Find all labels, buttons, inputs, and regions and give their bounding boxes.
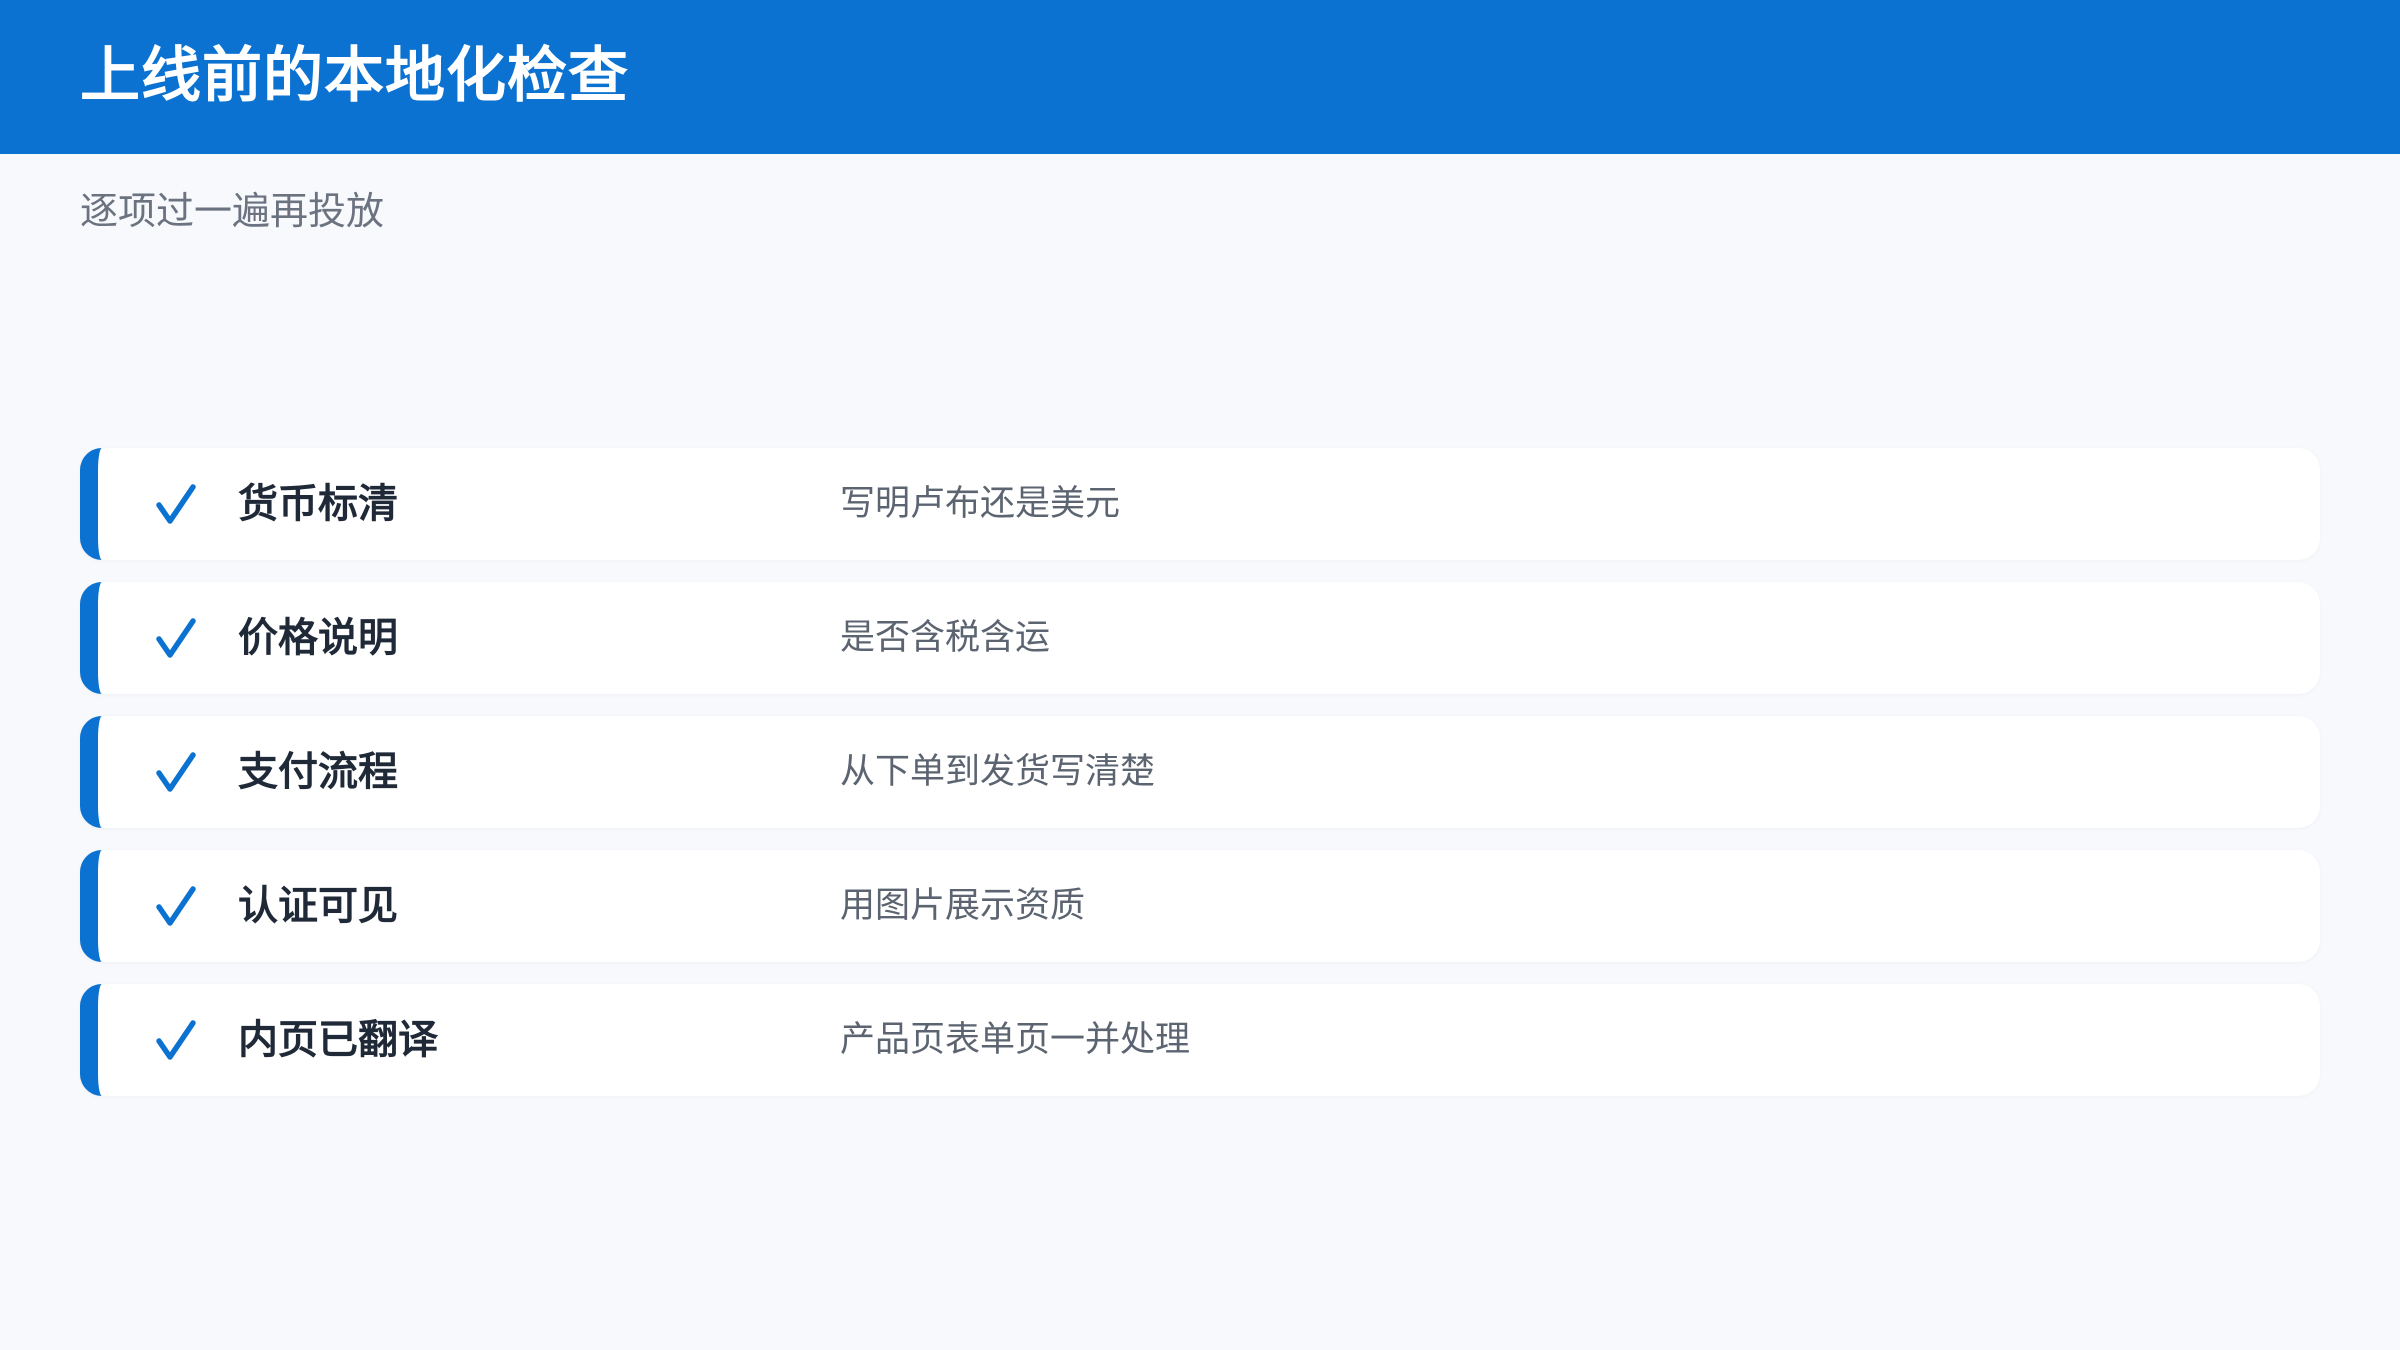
checklist-item-description: 写明卢布还是美元 [840, 484, 1121, 524]
checklist-item-certification: 认证可见 用图片展示资质 [80, 850, 2320, 962]
checklist-item-currency: 货币标清 写明卢布还是美元 [80, 448, 2320, 560]
checklist-item-description: 用图片展示资质 [840, 886, 1086, 926]
checklist-item-description: 从下单到发货写清楚 [840, 752, 1156, 792]
checklist-item-title: 认证可见 [238, 883, 398, 929]
checklist-item-description: 是否含税含运 [840, 618, 1051, 658]
page-header: 上线前的本地化检查 [0, 0, 2400, 154]
checklist-item-title: 内页已翻译 [238, 1017, 438, 1063]
checkmark-icon [154, 608, 200, 668]
localization-checklist: 货币标清 写明卢布还是美元 价格说明 是否含税含运 支付流程 从下单到发货写清楚… [80, 448, 2320, 1118]
checklist-item-payment-flow: 支付流程 从下单到发货写清楚 [80, 716, 2320, 828]
checklist-item-title: 货币标清 [238, 481, 398, 527]
page-title: 上线前的本地化检查 [80, 41, 629, 111]
page-subtitle: 逐项过一遍再投放 [80, 189, 385, 233]
checklist-item-translation: 内页已翻译 产品页表单页一并处理 [80, 984, 2320, 1096]
checklist-item-title: 价格说明 [238, 615, 398, 661]
checklist-item-description: 产品页表单页一并处理 [840, 1020, 1191, 1060]
checkmark-icon [154, 1010, 200, 1070]
checkmark-icon [154, 876, 200, 936]
checklist-item-pricing: 价格说明 是否含税含运 [80, 582, 2320, 694]
checkmark-icon [154, 474, 200, 534]
checkmark-icon [154, 742, 200, 802]
checklist-item-title: 支付流程 [238, 749, 398, 795]
